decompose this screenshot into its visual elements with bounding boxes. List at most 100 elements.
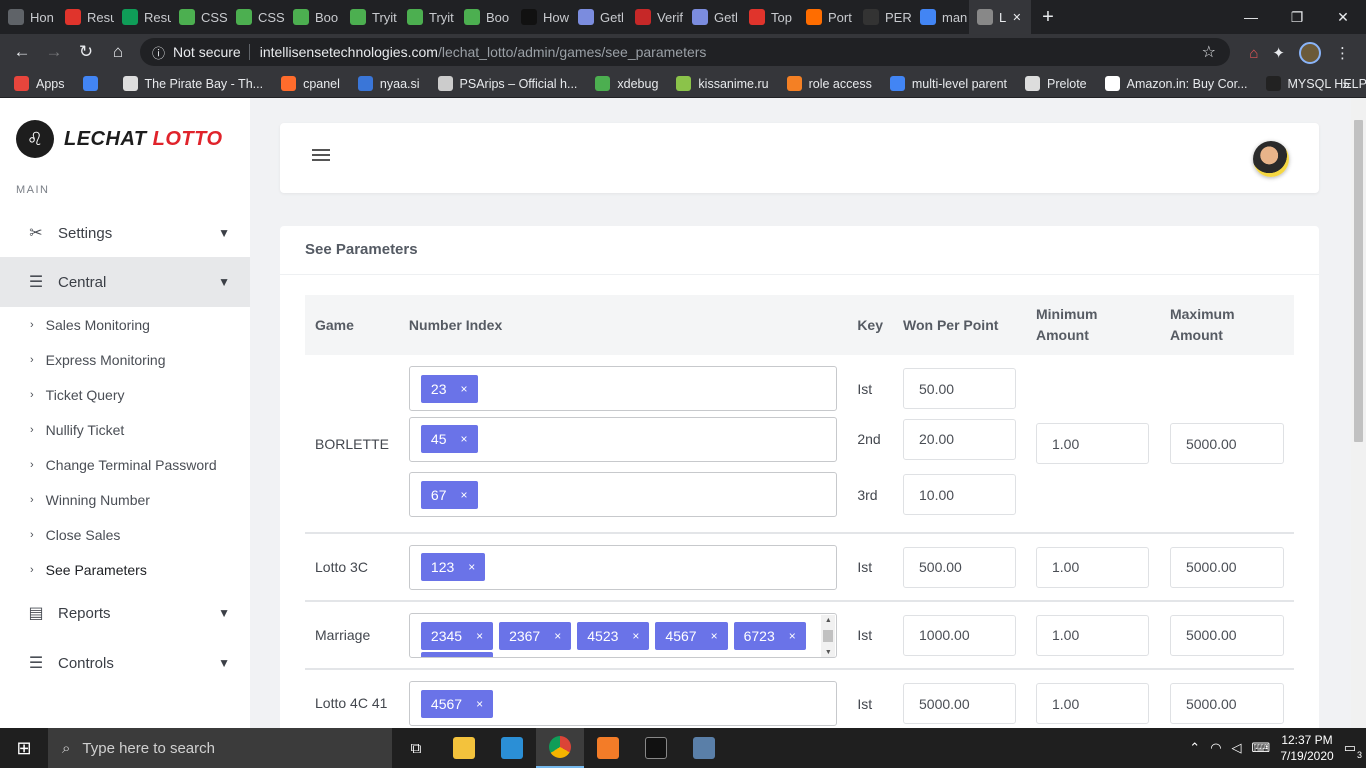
submenu-nullify-ticket[interactable]: › Nullify Ticket bbox=[30, 422, 124, 438]
browser-tab[interactable]: Getl bbox=[570, 0, 627, 34]
url-bar[interactable]: ⓘ Not secure intellisensetechnologies.co… bbox=[140, 38, 1230, 66]
notification-icon[interactable]: ▭ 3 bbox=[1344, 740, 1362, 760]
won-per-point-field[interactable]: 50.00 bbox=[903, 368, 1016, 409]
back-icon[interactable]: ← bbox=[6, 42, 38, 62]
browser-tab[interactable]: Getl bbox=[684, 0, 741, 34]
remove-tag-icon[interactable]: × bbox=[711, 629, 718, 643]
submenu-see-parameters[interactable]: › See Parameters bbox=[30, 562, 147, 578]
remove-tag-icon[interactable]: × bbox=[460, 382, 467, 396]
remove-tag-icon[interactable]: × bbox=[476, 697, 483, 711]
browser-tab[interactable]: man bbox=[912, 0, 969, 34]
bookmark-star-icon[interactable]: ☆ bbox=[1202, 42, 1216, 62]
bookmark-item[interactable]: MYSQL HELP bbox=[1265, 76, 1366, 91]
browser-tab[interactable]: Hon bbox=[0, 0, 57, 34]
maximum-amount-field[interactable]: 5000.00 bbox=[1169, 423, 1284, 464]
hamburger-menu-icon[interactable] bbox=[312, 149, 330, 164]
vpn-extension-icon[interactable]: ⌂ bbox=[1249, 45, 1258, 62]
tag-scrollbar[interactable]: ▲ ▼ bbox=[821, 614, 836, 657]
brand-logo[interactable]: ♌ LECHAT LOTTO bbox=[16, 120, 223, 158]
browser-tab[interactable]: How bbox=[513, 0, 570, 34]
vscode-icon[interactable] bbox=[488, 728, 536, 768]
browser-tab[interactable]: Resu bbox=[57, 0, 114, 34]
puzzle-icon[interactable]: ✦ bbox=[1272, 44, 1285, 62]
remove-tag-icon[interactable]: × bbox=[476, 629, 483, 643]
bookmark-item[interactable]: xdebug bbox=[595, 76, 658, 91]
minimize-icon[interactable]: — bbox=[1228, 9, 1274, 26]
wifi-icon[interactable]: ◠ bbox=[1210, 740, 1221, 756]
browser-tab[interactable]: Top bbox=[741, 0, 798, 34]
calculator-icon[interactable] bbox=[680, 728, 728, 768]
page-scroll-thumb[interactable] bbox=[1354, 120, 1363, 442]
won-per-point-field[interactable]: 1000.00 bbox=[903, 614, 1016, 656]
number-index-input[interactable]: 4567 × bbox=[408, 681, 838, 726]
sidebar-item-central[interactable]: ☰ Central ▼ bbox=[0, 257, 250, 307]
remove-tag-icon[interactable]: × bbox=[468, 560, 475, 574]
remove-tag-icon[interactable]: × bbox=[789, 629, 796, 643]
close-tab-icon[interactable]: ✕ bbox=[1012, 11, 1021, 24]
browser-tab[interactable]: Resu bbox=[114, 0, 171, 34]
clock[interactable]: 12:37 PM 7/19/2020 bbox=[1280, 732, 1333, 764]
browser-tab[interactable]: Tryit bbox=[342, 0, 399, 34]
menu-dots-icon[interactable]: ⋮ bbox=[1335, 44, 1350, 62]
close-window-icon[interactable]: ✕ bbox=[1320, 9, 1366, 26]
xampp-icon[interactable] bbox=[584, 728, 632, 768]
won-per-point-field[interactable]: 500.00 bbox=[903, 546, 1016, 588]
minimum-amount-field[interactable]: 1.00 bbox=[1036, 614, 1149, 656]
remove-tag-icon[interactable]: × bbox=[632, 629, 639, 643]
browser-tab[interactable]: CSS bbox=[228, 0, 285, 34]
submenu-sales-monitoring[interactable]: › Sales Monitoring bbox=[30, 317, 150, 333]
bookmark-item[interactable]: role access bbox=[786, 76, 872, 91]
remove-tag-icon[interactable]: × bbox=[460, 432, 467, 446]
browser-tab[interactable]: Boo bbox=[456, 0, 513, 34]
bookmark-item[interactable]: PSArips – Official h... bbox=[437, 76, 577, 91]
browser-tab[interactable]: PERS bbox=[855, 0, 912, 34]
bookmark-item[interactable]: Prelote bbox=[1025, 76, 1087, 91]
number-index-input[interactable]: 45 × bbox=[408, 416, 838, 462]
submenu-close-sales[interactable]: › Close Sales bbox=[30, 527, 120, 543]
won-per-point-field[interactable]: 10.00 bbox=[903, 474, 1016, 515]
browser-tab[interactable]: Tryit bbox=[399, 0, 456, 34]
maximum-amount-field[interactable]: 5000.00 bbox=[1169, 614, 1284, 656]
bookmark-item[interactable]: cpanel bbox=[281, 76, 340, 91]
submenu-winning-number[interactable]: › Winning Number bbox=[30, 492, 150, 508]
maximum-amount-field[interactable]: 5000.00 bbox=[1169, 683, 1284, 724]
chevron-up-icon[interactable]: ⌃ bbox=[1189, 740, 1200, 756]
reload-icon[interactable]: ↻ bbox=[70, 42, 102, 62]
browser-tab[interactable]: Port bbox=[798, 0, 855, 34]
bookmark-item[interactable]: multi-level parent bbox=[889, 76, 1007, 91]
submenu-ticket-query[interactable]: › Ticket Query bbox=[30, 387, 125, 403]
profile-avatar[interactable] bbox=[1299, 42, 1321, 64]
minimum-amount-field[interactable]: 1.00 bbox=[1036, 423, 1149, 464]
sidebar-item-reports[interactable]: ▤ Reports ▼ bbox=[0, 588, 250, 638]
scroll-thumb[interactable] bbox=[823, 630, 834, 642]
won-per-point-field[interactable]: 20.00 bbox=[903, 418, 1016, 460]
scroll-up-icon[interactable]: ▲ bbox=[825, 617, 832, 624]
submenu-express-monitoring[interactable]: › Express Monitoring bbox=[30, 352, 166, 368]
info-icon[interactable]: ⓘ bbox=[152, 43, 165, 62]
browser-tab[interactable]: Boo bbox=[285, 0, 342, 34]
browser-tab[interactable]: L ✕ bbox=[969, 0, 1031, 34]
page-scrollbar[interactable] bbox=[1351, 98, 1366, 728]
bookmark-item[interactable]: kissanime.ru bbox=[676, 76, 769, 91]
number-index-input[interactable]: 67 × bbox=[408, 472, 838, 517]
browser-tab[interactable]: Verif bbox=[627, 0, 684, 34]
volume-icon[interactable]: ◁ bbox=[1232, 740, 1242, 756]
bookmark-item[interactable]: nyaa.si bbox=[357, 76, 420, 91]
submenu-change-terminal-password[interactable]: › Change Terminal Password bbox=[30, 457, 217, 473]
home-icon[interactable]: ⌂ bbox=[102, 42, 134, 62]
bookmark-item[interactable]: Apps bbox=[14, 76, 65, 91]
new-tab-button[interactable]: + bbox=[1031, 6, 1065, 29]
remove-tag-icon[interactable]: × bbox=[460, 488, 467, 502]
chrome-icon[interactable] bbox=[536, 728, 584, 768]
sidebar-item-controls[interactable]: ☰ Controls ▼ bbox=[0, 638, 250, 688]
number-index-input[interactable]: 23 × bbox=[408, 366, 838, 411]
minimum-amount-field[interactable]: 1.00 bbox=[1036, 683, 1149, 724]
browser-tab[interactable]: CSS bbox=[171, 0, 228, 34]
terminal-icon[interactable] bbox=[632, 728, 680, 768]
taskbar-search[interactable]: ⌕ Type here to search bbox=[48, 728, 392, 768]
minimum-amount-field[interactable]: 1.00 bbox=[1036, 546, 1149, 588]
windows-start-icon[interactable]: ⊞ bbox=[0, 738, 48, 759]
user-avatar[interactable] bbox=[1253, 141, 1289, 177]
maximize-icon[interactable]: ❐ bbox=[1274, 9, 1320, 26]
forward-icon[interactable]: → bbox=[38, 42, 70, 62]
